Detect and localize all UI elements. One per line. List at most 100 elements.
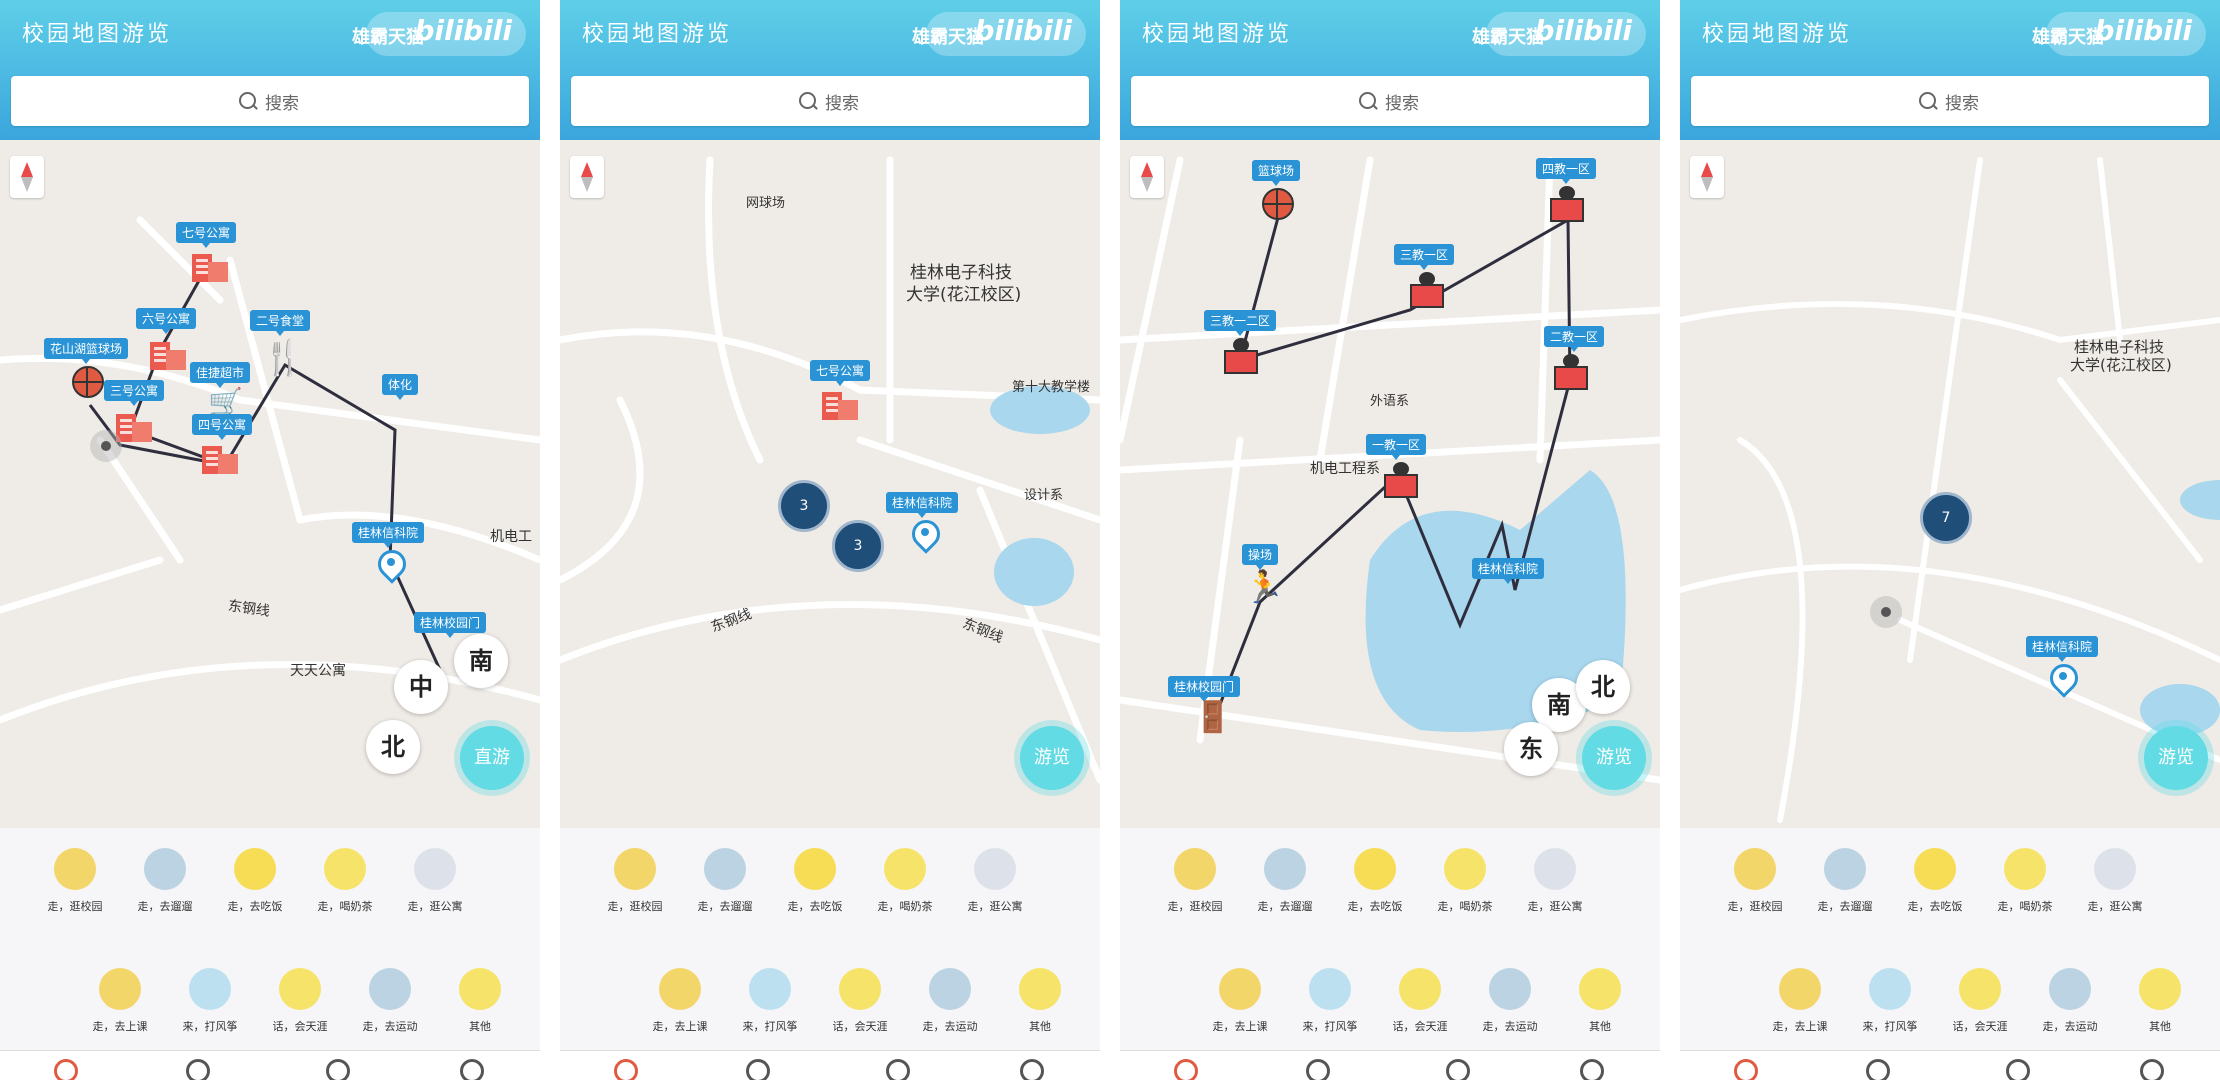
campus-map[interactable]: 桂林电子科技 大学(花江校区) 7 桂林信科院 游览 [1680, 140, 2220, 828]
menu-item[interactable]: 走，去吃饭 [1890, 848, 1980, 914]
runner-icon[interactable]: 🏃 [1244, 568, 1284, 606]
chat-tab-icon[interactable] [1866, 1059, 1890, 1080]
basketball-icon[interactable] [1262, 188, 1294, 220]
menu-item[interactable]: 走，去遛遛 [120, 848, 210, 914]
direction-button[interactable]: 南 [454, 634, 508, 688]
map-label[interactable]: 一教一区 [1366, 434, 1427, 460]
map-label[interactable]: 七号公寓 [810, 360, 871, 386]
map-label[interactable]: 操场 [1242, 544, 1279, 570]
apartment-icon[interactable] [192, 248, 228, 282]
map-label[interactable]: 二号食堂 [250, 310, 311, 336]
profile-tab-icon[interactable] [1020, 1059, 1044, 1080]
menu-item[interactable]: 走，喝奶茶 [1420, 848, 1510, 914]
cluster-marker[interactable]: 3 [832, 520, 884, 572]
teaching-building-icon[interactable] [1410, 272, 1444, 308]
map-label[interactable]: 二教一区 [1544, 326, 1605, 352]
map-label[interactable]: 花山湖篮球场 [44, 338, 129, 364]
menu-item[interactable]: 走，喝奶茶 [860, 848, 950, 914]
menu-item[interactable]: 走，去上课 [1755, 968, 1845, 1034]
menu-item[interactable]: 走，逛校园 [590, 848, 680, 914]
chat-tab-icon[interactable] [1306, 1059, 1330, 1080]
map-label[interactable]: 体化 [382, 374, 419, 400]
search-bar[interactable]: 搜索 [11, 76, 529, 126]
menu-item[interactable]: 话，会天涯 [1935, 968, 2025, 1034]
map-label[interactable]: 七号公寓 [176, 222, 237, 248]
menu-item[interactable]: 走，逛校园 [30, 848, 120, 914]
profile-tab-icon[interactable] [2140, 1059, 2164, 1080]
tour-fab[interactable]: 直游 [460, 726, 524, 790]
cluster-marker[interactable]: 7 [1920, 492, 1972, 544]
menu-item[interactable]: 走，去运动 [905, 968, 995, 1034]
menu-item[interactable]: 话，会天涯 [255, 968, 345, 1034]
campus-map[interactable]: 篮球场 四教一区 三教一区 三教一二区 二教一区 外语系 一教一区 机电工程系 … [1120, 140, 1660, 828]
map-tab-icon[interactable] [1734, 1059, 1758, 1080]
map-tab-icon[interactable] [54, 1059, 78, 1080]
map-label[interactable]: 四教一区 [1536, 158, 1597, 184]
map-label[interactable]: 桂林校园门 [1168, 676, 1241, 702]
menu-item[interactable]: 其他 [435, 968, 525, 1034]
profile-tab-icon[interactable] [460, 1059, 484, 1080]
map-pin-icon[interactable] [2050, 664, 2076, 700]
search-bar[interactable]: 搜索 [571, 76, 1089, 126]
profile-tab-icon[interactable] [1580, 1059, 1604, 1080]
menu-item[interactable]: 走，去遛遛 [680, 848, 770, 914]
basketball-icon[interactable] [72, 366, 104, 398]
menu-item[interactable]: 走，去运动 [2025, 968, 2115, 1034]
menu-item[interactable]: 走，去吃饭 [210, 848, 300, 914]
weather-tab-icon[interactable] [886, 1059, 910, 1080]
map-label[interactable]: 桂林信科院 [352, 522, 425, 548]
gate-icon[interactable]: 🚪 [1194, 700, 1231, 735]
campus-map[interactable]: 七号公寓 六号公寓 二号食堂 🍴 花山湖篮球场 佳捷超市 🛒 三号公寓 四号公寓… [0, 140, 540, 828]
menu-item[interactable]: 话，会天涯 [815, 968, 905, 1034]
menu-item[interactable]: 走，逛公寓 [1510, 848, 1600, 914]
map-label[interactable]: 三教一二区 [1204, 310, 1277, 336]
menu-item[interactable]: 走，去上课 [1195, 968, 1285, 1034]
weather-tab-icon[interactable] [326, 1059, 350, 1080]
search-bar[interactable]: 搜索 [1131, 76, 1649, 126]
map-label[interactable]: 桂林校园门 [414, 612, 487, 638]
tour-fab[interactable]: 游览 [1582, 726, 1646, 790]
compass-button[interactable] [1130, 156, 1164, 198]
menu-item[interactable]: 走，去吃饭 [1330, 848, 1420, 914]
chat-tab-icon[interactable] [746, 1059, 770, 1080]
direction-button[interactable]: 东 [1504, 722, 1558, 776]
menu-item[interactable]: 其他 [2115, 968, 2205, 1034]
direction-button[interactable]: 北 [366, 720, 420, 774]
menu-item[interactable]: 走，去运动 [1465, 968, 1555, 1034]
weather-tab-icon[interactable] [1446, 1059, 1470, 1080]
campus-map[interactable]: 网球场 桂林电子科技 大学(花江校区) 第十大教学楼 设计系 七号公寓 桂林信科… [560, 140, 1100, 828]
menu-item[interactable]: 走，去运动 [345, 968, 435, 1034]
direction-button[interactable]: 中 [394, 660, 448, 714]
menu-item[interactable]: 走，去上课 [75, 968, 165, 1034]
menu-item[interactable]: 走，喝奶茶 [1980, 848, 2070, 914]
apartment-icon[interactable] [822, 386, 858, 420]
menu-item[interactable]: 其他 [1555, 968, 1645, 1034]
menu-item[interactable]: 来，打风筝 [725, 968, 815, 1034]
menu-item[interactable]: 走，去遛遛 [1240, 848, 1330, 914]
teaching-building-icon[interactable] [1224, 338, 1258, 374]
map-pin-icon[interactable] [378, 550, 404, 586]
fork-knife-icon[interactable]: 🍴 [262, 338, 304, 378]
chat-tab-icon[interactable] [186, 1059, 210, 1080]
teaching-building-icon[interactable] [1554, 354, 1588, 390]
cluster-marker[interactable]: 3 [778, 480, 830, 532]
compass-button[interactable] [1690, 156, 1724, 198]
menu-item[interactable]: 走，逛校园 [1710, 848, 1800, 914]
menu-item[interactable]: 走，喝奶茶 [300, 848, 390, 914]
map-label[interactable]: 佳捷超市 [190, 362, 251, 388]
apartment-icon[interactable] [150, 336, 186, 370]
menu-item[interactable]: 其他 [995, 968, 1085, 1034]
map-label[interactable]: 三号公寓 [104, 380, 165, 406]
map-label[interactable]: 桂林信科院 [886, 492, 959, 518]
menu-item[interactable]: 走，去上课 [635, 968, 725, 1034]
menu-item[interactable]: 来，打风筝 [1845, 968, 1935, 1034]
map-label[interactable]: 桂林信科院 [2026, 636, 2099, 662]
menu-item[interactable]: 走，去遛遛 [1800, 848, 1890, 914]
search-bar[interactable]: 搜索 [1691, 76, 2209, 126]
compass-button[interactable] [570, 156, 604, 198]
tour-fab[interactable]: 游览 [1020, 726, 1084, 790]
menu-item[interactable]: 走，逛公寓 [390, 848, 480, 914]
teaching-building-icon[interactable] [1384, 462, 1418, 498]
menu-item[interactable]: 走，逛校园 [1150, 848, 1240, 914]
map-tab-icon[interactable] [1174, 1059, 1198, 1080]
